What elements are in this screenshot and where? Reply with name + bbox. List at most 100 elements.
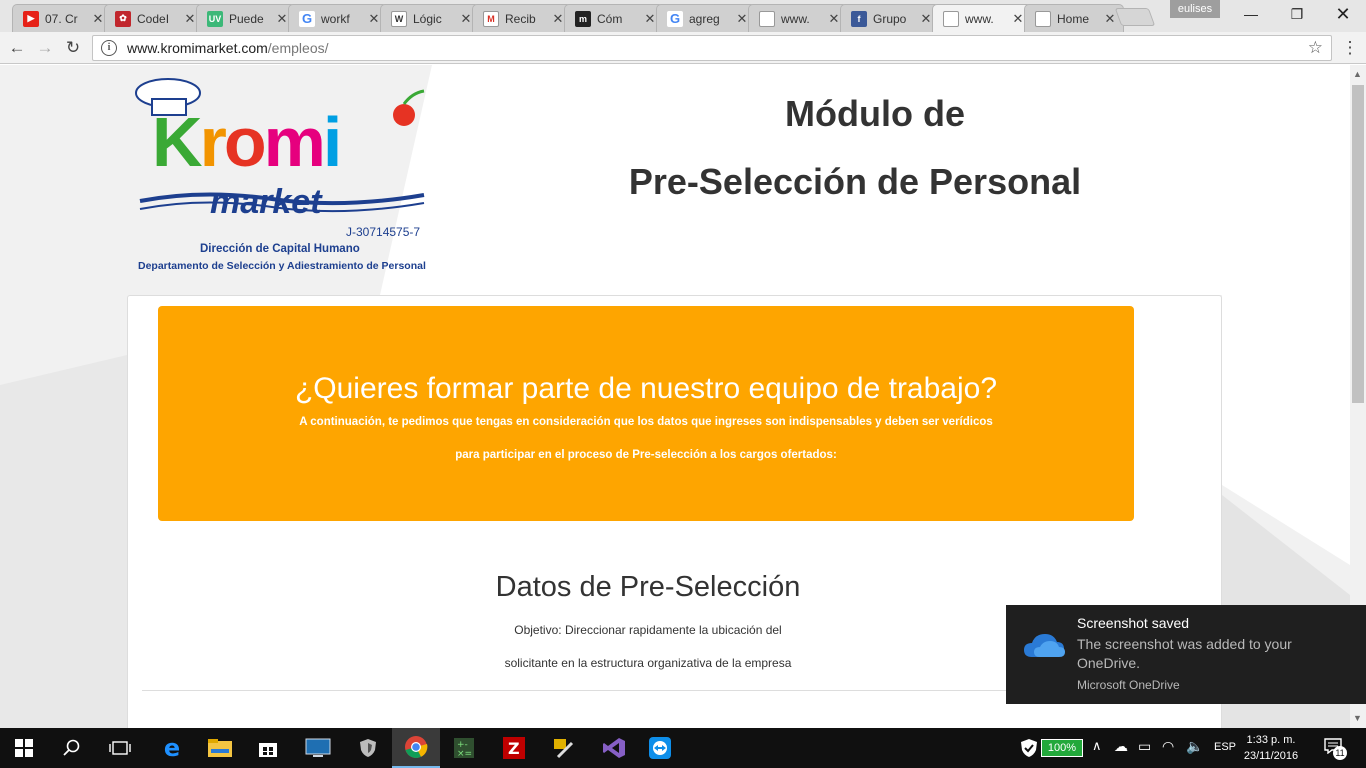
volume-icon[interactable]: 🔈 — [1186, 738, 1203, 755]
banner-text-line2: para participar en el proceso de Pre-sel… — [455, 449, 837, 461]
svg-text:Z: Z — [508, 739, 520, 758]
filezilla-icon[interactable]: Z — [490, 728, 538, 768]
tab-title: agreg — [689, 11, 720, 26]
calculator-app-icon[interactable]: +- ×= — [440, 728, 488, 768]
tab-close-icon[interactable]: ✕ — [91, 11, 105, 27]
gmail-icon: M — [483, 10, 499, 27]
tab-close-icon[interactable]: ✕ — [643, 11, 657, 27]
browser-tab[interactable]: Gagreg ✕ — [656, 4, 756, 32]
kromi-market-logo[interactable]: Kromi market J-30714575-7 Dirección de C… — [132, 73, 432, 273]
forward-arrow-icon[interactable]: → — [34, 38, 56, 58]
tab-close-icon[interactable]: ✕ — [919, 11, 933, 27]
tab-close-icon[interactable]: ✕ — [827, 11, 841, 27]
page-title-line1: Módulo de — [785, 93, 965, 134]
defender-shield-icon[interactable] — [1020, 738, 1038, 758]
tab-title: www. — [965, 11, 994, 26]
site-info-icon[interactable]: i — [101, 40, 117, 56]
browser-tab[interactable]: www. ✕ — [932, 4, 1032, 32]
address-bar[interactable]: i www.kromimarket.com/empleos/ ☆ — [92, 35, 1332, 61]
browser-tab[interactable]: www. ✕ — [748, 4, 848, 32]
action-center-icon[interactable]: 11 — [1324, 738, 1347, 760]
browser-toolbar: ← → ↻ i www.kromimarket.com/empleos/ ☆ ⋮ — [0, 32, 1366, 64]
tab-title: Recib — [505, 11, 536, 26]
notification-count-badge: 11 — [1333, 746, 1347, 760]
browser-tab[interactable]: f Grupo ✕ — [840, 4, 940, 32]
page-icon — [1035, 10, 1051, 27]
browser-tab[interactable]: W Lógic ✕ — [380, 4, 480, 32]
tab-close-icon[interactable]: ✕ — [551, 11, 565, 27]
browser-tab[interactable]: ▶ 07. Cr ✕ — [12, 4, 112, 32]
logo-letter-i: i — [322, 103, 343, 181]
language-indicator[interactable]: ESP — [1214, 741, 1236, 753]
lenovo-app-icon[interactable] — [294, 728, 342, 768]
logo-department-line2: Departamento de Selección y Adiestramien… — [138, 260, 426, 272]
tab-strip: ▶ 07. Cr ✕ ✿ CodeI ✕ UV Puede ✕ Gworkf ✕ W Lógic ✕ M Re… — [0, 0, 1366, 32]
minimize-icon[interactable]: — — [1228, 0, 1274, 28]
notification-body-line2: OneDrive. — [1077, 655, 1141, 671]
banner-headline: ¿Quieres formar parte de nuestro equipo … — [294, 372, 998, 405]
chrome-taskbar-icon[interactable] — [392, 728, 440, 768]
tab-close-icon[interactable]: ✕ — [459, 11, 473, 27]
browser-tab[interactable]: Home ✕ — [1024, 4, 1124, 32]
battery-indicator[interactable]: 100% — [1041, 739, 1083, 757]
notification-body-line1: The screenshot was added to your — [1077, 636, 1292, 652]
tab-close-icon[interactable]: ✕ — [735, 11, 749, 27]
sync-icon[interactable]: ☁ — [1114, 738, 1128, 755]
tab-title: Grupo — [873, 11, 907, 26]
store-icon[interactable] — [244, 728, 292, 768]
browser-tab[interactable]: m Cóm ✕ — [564, 4, 664, 32]
new-tab-button[interactable] — [1114, 8, 1156, 26]
youtube-icon: ▶ — [23, 10, 39, 27]
browser-tab[interactable]: Gworkf ✕ — [288, 4, 388, 32]
invitation-banner: ¿Quieres formar parte de nuestro equipo … — [158, 306, 1134, 521]
tab-close-icon[interactable]: ✕ — [183, 11, 197, 27]
close-window-icon[interactable]: ✕ — [1320, 0, 1366, 28]
scroll-up-icon[interactable]: ▲ — [1353, 69, 1362, 79]
restore-icon[interactable]: ❐ — [1274, 0, 1320, 28]
svg-text:×=: ×= — [457, 749, 472, 759]
scroll-down-icon[interactable]: ▼ — [1353, 713, 1362, 723]
url-path: /empleos/ — [267, 40, 329, 56]
tab-title: Lógic — [413, 11, 442, 26]
edge-browser-icon[interactable]: e — [148, 728, 196, 768]
logo-letter-r: r — [199, 103, 227, 181]
show-hidden-icons-icon[interactable]: ∧ — [1092, 738, 1102, 754]
logo-brand-bottom: market — [210, 183, 322, 221]
tools-app-icon[interactable] — [540, 728, 588, 768]
teamviewer-icon[interactable] — [636, 728, 684, 768]
browser-tab[interactable]: UV Puede ✕ — [196, 4, 296, 32]
clock-date: 23/11/2016 — [1243, 750, 1299, 762]
tab-title: CodeI — [137, 11, 170, 26]
tab-close-icon[interactable]: ✕ — [1011, 11, 1025, 27]
scrollbar-thumb[interactable] — [1352, 85, 1364, 403]
section-title: Datos de Pre-Selección — [495, 571, 801, 603]
onedrive-notification[interactable]: Screenshot saved The screenshot was adde… — [1006, 605, 1366, 704]
back-arrow-icon[interactable]: ← — [6, 38, 28, 58]
logo-letter-m: m — [263, 103, 326, 181]
power-plug-icon[interactable]: ▭ — [1138, 738, 1151, 755]
search-icon[interactable] — [48, 728, 96, 768]
reload-icon[interactable]: ↻ — [62, 38, 84, 58]
chrome-menu-icon[interactable]: ⋮ — [1340, 38, 1360, 58]
windows-start-icon[interactable] — [0, 728, 48, 768]
profile-button[interactable]: eulises — [1170, 0, 1220, 18]
bookmark-star-icon[interactable]: ☆ — [1308, 38, 1323, 58]
logo-rif: J-30714575-7 — [346, 225, 421, 239]
task-view-icon[interactable] — [96, 728, 144, 768]
browser-tab[interactable]: M Recib ✕ — [472, 4, 572, 32]
browser-tab[interactable]: ✿ CodeI ✕ — [104, 4, 204, 32]
security-shield-icon[interactable] — [344, 728, 392, 768]
file-explorer-icon[interactable] — [196, 728, 244, 768]
tab-close-icon[interactable]: ✕ — [1103, 11, 1117, 27]
visual-studio-icon[interactable] — [590, 728, 638, 768]
tab-close-icon[interactable]: ✕ — [275, 11, 289, 27]
page-title-line2: Pre-Selección de Personal — [628, 161, 1082, 202]
facebook-icon: f — [851, 10, 867, 27]
system-clock[interactable]: 1:33 p. m. 23/11/2016 — [1240, 732, 1302, 764]
notification-app-name: Microsoft OneDrive — [1077, 678, 1180, 692]
tab-close-icon[interactable]: ✕ — [367, 11, 381, 27]
codeigniter-icon: ✿ — [115, 10, 131, 27]
windows-taskbar: e +- ×= Z 100% ∧ ☁ ▭ ◠ 🔈 ESP 1:33 p. m. 2… — [0, 728, 1366, 768]
google-icon: G — [299, 10, 315, 27]
wifi-icon[interactable]: ◠ — [1162, 738, 1174, 755]
